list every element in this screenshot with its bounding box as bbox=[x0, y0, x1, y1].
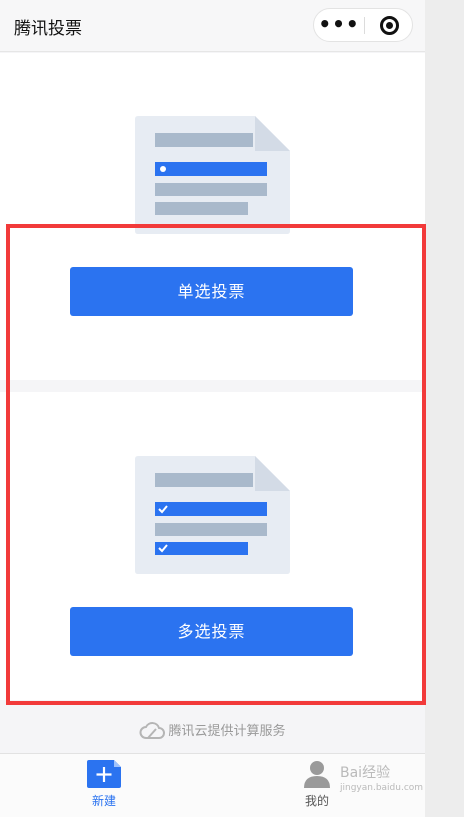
watermark-text: Bai经验 bbox=[340, 765, 391, 781]
single-vote-card: 单选投票 bbox=[0, 53, 425, 380]
multiple-vote-button[interactable]: 多选投票 bbox=[70, 607, 353, 656]
new-document-icon bbox=[87, 760, 121, 788]
provider-text: 腾讯云提供计算服务 bbox=[168, 724, 286, 739]
cloud-icon bbox=[140, 722, 166, 739]
watermark-subtext: jingyan.baidu.com bbox=[340, 783, 424, 793]
top-nav-bar: 腾讯投票 ••• bbox=[0, 0, 425, 52]
close-miniprogram-icon[interactable] bbox=[380, 16, 399, 35]
user-icon bbox=[304, 761, 330, 788]
mini-program-app: 腾讯投票 ••• 单选投票 多选投票 腾讯云提供计算服务 新建 我的 bbox=[0, 0, 425, 817]
multiple-choice-document-icon bbox=[135, 456, 290, 574]
more-menu-icon[interactable]: ••• bbox=[314, 9, 364, 41]
capsule-menu: ••• bbox=[313, 8, 413, 42]
cloud-provider-note: 腾讯云提供计算服务 bbox=[0, 720, 425, 740]
tab-new-label: 新建 bbox=[91, 794, 116, 808]
baidu-watermark: Bai经验 jingyan.baidu.com bbox=[340, 766, 423, 796]
single-choice-document-icon bbox=[135, 116, 290, 234]
page-title: 腾讯投票 bbox=[14, 19, 82, 39]
single-vote-button[interactable]: 单选投票 bbox=[70, 267, 353, 316]
tab-new[interactable]: 新建 bbox=[59, 759, 149, 809]
multiple-vote-card: 多选投票 bbox=[0, 392, 425, 700]
side-strip bbox=[425, 0, 464, 817]
capsule-divider bbox=[364, 17, 365, 34]
